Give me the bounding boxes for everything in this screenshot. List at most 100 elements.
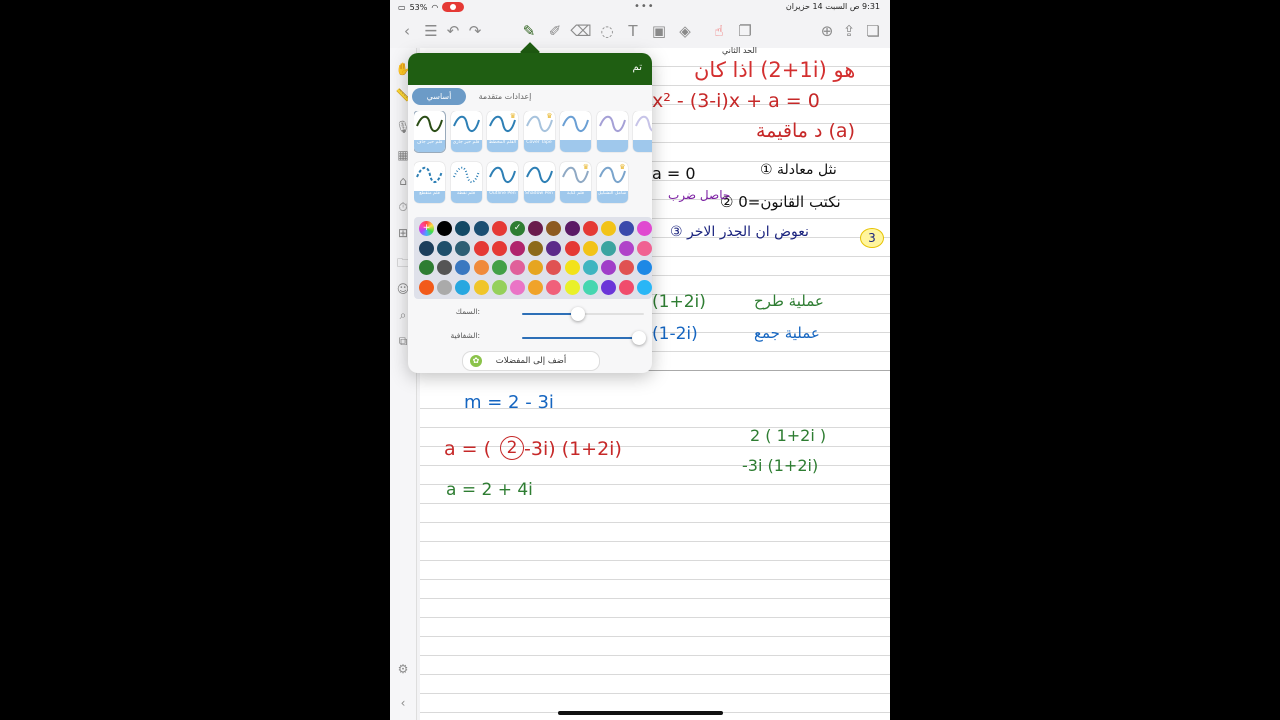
pen-type-label: قلم حبر جاري (450, 140, 482, 152)
back-icon[interactable]: ‹ (396, 20, 418, 42)
done-button[interactable]: تم (633, 62, 642, 73)
add-to-favorites-button[interactable]: ✿ أضف إلى المفضلات (462, 351, 600, 371)
color-swatch[interactable] (528, 260, 544, 275)
multitask-dots-icon[interactable]: ••• (634, 1, 655, 12)
color-swatch[interactable] (528, 221, 544, 236)
share-icon[interactable]: ⇪ (838, 20, 860, 42)
color-swatch[interactable] (546, 240, 562, 256)
color-swatch[interactable] (546, 260, 562, 275)
pen-type-card[interactable]: ♛ Cover Tape (523, 111, 555, 152)
color-swatch[interactable] (455, 240, 471, 256)
color-swatch[interactable]: ✓ (510, 221, 525, 236)
color-swatch[interactable] (546, 221, 562, 236)
color-swatch[interactable] (619, 240, 635, 256)
settings-icon[interactable]: ⚙ (394, 660, 412, 678)
color-swatch[interactable] (564, 279, 580, 295)
color-swatch[interactable] (455, 260, 471, 275)
color-swatch[interactable] (637, 279, 652, 295)
color-swatch[interactable] (510, 240, 525, 256)
redo-icon[interactable]: ↷ (464, 20, 486, 42)
pen-type-card[interactable]: قلم متقطع (414, 162, 445, 203)
pen-type-card[interactable]: Outline Pen (487, 162, 518, 203)
color-swatch[interactable] (637, 240, 652, 256)
pen-type-card[interactable]: Shadow Pen (523, 162, 555, 203)
color-swatch[interactable] (491, 240, 507, 256)
color-swatch[interactable] (437, 279, 453, 295)
color-swatch[interactable] (601, 240, 616, 256)
tab-advanced[interactable]: إعدادات متقدمة (470, 88, 540, 105)
color-swatch[interactable] (455, 279, 471, 295)
shapes-tool-icon[interactable]: ◈ (674, 20, 696, 42)
color-swatch[interactable] (510, 279, 525, 295)
color-swatch[interactable] (437, 240, 453, 256)
color-swatch[interactable] (582, 240, 598, 256)
color-swatch[interactable] (564, 221, 580, 236)
pen-type-card[interactable]: ♛ شامل التشكيل (596, 162, 628, 203)
color-swatch[interactable] (528, 240, 544, 256)
eraser-icon[interactable]: ⌫ (570, 20, 592, 42)
color-swatch[interactable] (419, 260, 434, 275)
color-swatch[interactable] (582, 260, 598, 275)
color-swatch[interactable] (473, 260, 489, 275)
color-swatch[interactable] (582, 279, 598, 295)
color-swatch[interactable] (473, 221, 489, 236)
undo-icon[interactable]: ↶ (442, 20, 464, 42)
pen-type-card[interactable]: قلم حبر جاف (414, 111, 445, 152)
color-swatch[interactable] (619, 260, 635, 275)
recording-icon[interactable] (442, 2, 465, 12)
color-swatch[interactable] (473, 240, 489, 256)
color-swatch[interactable] (491, 260, 507, 275)
pen-type-label (596, 140, 628, 152)
color-swatch[interactable] (637, 260, 652, 275)
color-swatch[interactable] (637, 221, 652, 236)
color-swatch[interactable] (601, 279, 616, 295)
thickness-knob[interactable] (571, 307, 586, 321)
menu-icon[interactable]: ☰ (420, 20, 442, 42)
color-swatch[interactable] (601, 221, 616, 236)
pen-type-card[interactable]: قلم حبر جاري (450, 111, 482, 152)
pages-icon[interactable]: ❏ (862, 20, 884, 42)
collapse-sidebar-icon[interactable]: ‹ (394, 694, 412, 712)
pen-type-card[interactable]: ♛ القلم المخطط (487, 111, 518, 152)
pen-type-card[interactable] (560, 111, 591, 152)
pointer-hand-icon[interactable]: ☝ (708, 20, 730, 42)
color-swatch[interactable] (491, 279, 507, 295)
color-swatch[interactable] (455, 221, 471, 236)
tab-basic[interactable]: أساسي (412, 88, 466, 105)
color-swatch[interactable] (564, 260, 580, 275)
color-swatch[interactable] (528, 279, 544, 295)
note-line-6: ③ نعوض ان الجذر الاخر (670, 224, 809, 240)
text-tool-icon[interactable]: T (622, 20, 644, 42)
color-swatch[interactable] (437, 260, 453, 275)
lasso-icon[interactable]: ◌ (596, 20, 618, 42)
image-tool-icon[interactable]: ▣ (648, 20, 670, 42)
color-swatch[interactable] (473, 279, 489, 295)
color-swatch[interactable] (619, 221, 635, 236)
color-swatch[interactable] (437, 221, 453, 236)
color-swatch[interactable] (419, 240, 434, 256)
premium-crown-icon: ♛ (546, 112, 553, 120)
pen-type-card[interactable]: ♛ قلم كتابة (560, 162, 591, 203)
color-swatch[interactable] (546, 279, 562, 295)
highlighter-icon[interactable]: ✐ (544, 20, 566, 42)
pen-type-card[interactable]: قلم نقطة (450, 162, 482, 203)
opacity-knob[interactable] (632, 331, 647, 345)
pen-type-card[interactable] (596, 111, 628, 152)
pen-type-card[interactable] (633, 111, 652, 152)
thickness-slider[interactable] (522, 307, 644, 321)
pen-tool-icon[interactable]: ✎ (518, 20, 540, 42)
custom-color-picker[interactable]: + (419, 221, 434, 236)
page-gap (420, 371, 890, 393)
color-swatch[interactable] (564, 240, 580, 256)
color-swatch[interactable] (491, 221, 507, 236)
opacity-fill (522, 337, 640, 339)
opacity-slider[interactable] (522, 331, 647, 345)
color-swatch[interactable] (619, 279, 635, 295)
color-swatch[interactable] (419, 279, 434, 295)
color-swatch[interactable] (601, 260, 616, 275)
sticker-icon[interactable]: ❐ (734, 20, 756, 42)
side-calc-2: -3i (1+2i) (742, 456, 819, 475)
add-icon[interactable]: ⊕ (816, 20, 838, 42)
color-swatch[interactable] (582, 221, 598, 236)
color-swatch[interactable] (510, 260, 525, 275)
